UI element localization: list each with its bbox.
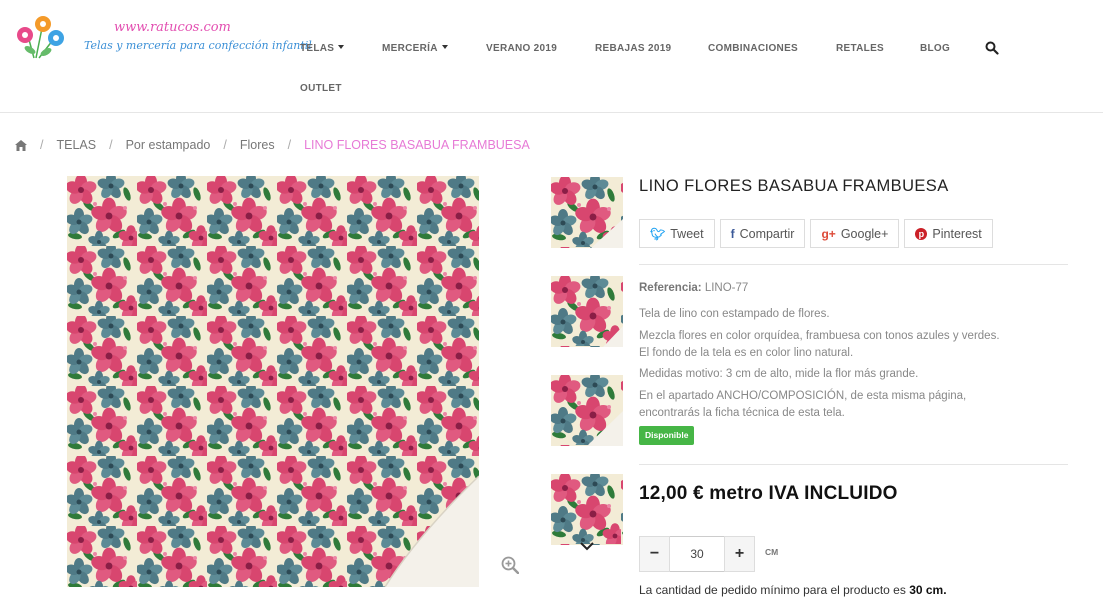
minimum-order-note: La cantidad de pedido mínimo para el pro… bbox=[639, 583, 947, 597]
divider bbox=[639, 464, 1068, 465]
floral-fabric-image bbox=[67, 176, 479, 587]
thumbnail-image bbox=[551, 177, 623, 248]
google-plus-button[interactable]: g+ Google+ bbox=[810, 219, 900, 248]
nav-item-merceria[interactable]: MERCERÍA bbox=[382, 43, 448, 54]
product-thumbnail[interactable] bbox=[551, 474, 623, 545]
nav-item-label: MERCERÍA bbox=[382, 43, 438, 54]
thumbnail-image bbox=[551, 474, 623, 545]
reference-value: LINO-77 bbox=[704, 282, 749, 294]
description-line: Medidas motivo: 3 cm de alto, mide la fl… bbox=[639, 368, 919, 380]
breadcrumb-current: LINO FLORES BASABUA FRAMBUESA bbox=[304, 138, 530, 152]
site-logo[interactable]: www.ratucos.com Telas y mercería para co… bbox=[14, 14, 312, 64]
thumbnail-image bbox=[551, 375, 623, 446]
description-line: encontrarás la ficha técnica de esta tel… bbox=[639, 407, 845, 419]
product-reference: Referencia: LINO-77 bbox=[639, 282, 748, 294]
product-thumbnail[interactable] bbox=[551, 177, 623, 248]
product-thumbnail[interactable] bbox=[551, 276, 623, 347]
breadcrumb-separator: / bbox=[223, 138, 227, 152]
product-main-image[interactable] bbox=[67, 176, 479, 587]
pinterest-button[interactable]: p Pinterest bbox=[904, 219, 993, 248]
pinterest-label: Pinterest bbox=[932, 226, 982, 241]
tweet-button[interactable]: 🐦︎ Tweet bbox=[639, 219, 715, 248]
nav-item-label: TELAS bbox=[300, 43, 335, 54]
decrease-quantity-button[interactable]: − bbox=[639, 536, 670, 572]
flowers-logo-icon bbox=[17, 16, 64, 59]
facebook-icon: f bbox=[730, 226, 735, 241]
description-line: El fondo de la tela es en color lino nat… bbox=[639, 347, 854, 359]
nav-item-combinaciones[interactable]: COMBINACIONES bbox=[708, 43, 798, 54]
google-label: Google+ bbox=[840, 226, 889, 241]
product-title: LINO FLORES BASABUA FRAMBUESA bbox=[639, 177, 949, 195]
thumbnail-image bbox=[551, 276, 623, 347]
chevron-down-icon[interactable] bbox=[580, 541, 594, 551]
nav-item-rebajas-2019[interactable]: REBAJAS 2019 bbox=[595, 43, 671, 54]
tweet-label: Tweet bbox=[670, 226, 704, 241]
breadcrumb-item-por-estampado[interactable]: Por estampado bbox=[126, 138, 211, 152]
quantity-input[interactable] bbox=[670, 536, 724, 572]
availability-badge: Disponible bbox=[639, 426, 695, 445]
nav-item-blog[interactable]: BLOG bbox=[920, 43, 950, 54]
breadcrumb-item-flores[interactable]: Flores bbox=[240, 138, 275, 152]
home-icon[interactable] bbox=[15, 139, 27, 151]
nav-item-telas[interactable]: TELAS bbox=[300, 43, 345, 54]
pinterest-icon: p bbox=[915, 227, 928, 240]
quantity-unit: CM bbox=[765, 547, 779, 557]
divider bbox=[639, 264, 1068, 265]
product-price: 12,00 € metro IVA INCLUIDO bbox=[639, 483, 898, 504]
breadcrumb-item-telas[interactable]: TELAS bbox=[56, 138, 96, 152]
search-icon[interactable] bbox=[985, 41, 999, 55]
site-header: www.ratucos.com Telas y mercería para co… bbox=[0, 0, 1103, 113]
share-label: Compartir bbox=[739, 226, 795, 241]
logo-tagline: Telas y mercería para confección infanti… bbox=[84, 39, 312, 52]
breadcrumb-separator: / bbox=[40, 138, 44, 152]
nav-item-outlet[interactable]: OUTLET bbox=[300, 83, 342, 94]
nav-item-retales[interactable]: RETALES bbox=[836, 43, 884, 54]
description-line: En el apartado ANCHO/COMPOSICIÓN, de est… bbox=[639, 390, 967, 402]
reference-label: Referencia: bbox=[639, 282, 702, 294]
google-plus-icon: g+ bbox=[821, 226, 836, 241]
min-note-text: La cantidad de pedido mínimo para el pro… bbox=[639, 583, 906, 597]
facebook-share-button[interactable]: f Compartir bbox=[719, 219, 806, 248]
breadcrumb: / TELAS / Por estampado / Flores / LINO … bbox=[15, 137, 530, 153]
nav-item-verano-2019[interactable]: VERANO 2019 bbox=[486, 43, 557, 54]
twitter-icon: 🐦︎ bbox=[650, 226, 666, 241]
quantity-stepper: − + bbox=[639, 536, 755, 572]
zoom-in-icon[interactable] bbox=[501, 556, 519, 574]
breadcrumb-separator: / bbox=[287, 138, 292, 152]
caret-down-icon bbox=[338, 45, 345, 49]
main-nav: TELAS MERCERÍA VERANO 2019 REBAJAS 2019 … bbox=[300, 0, 1060, 113]
social-share-bar: 🐦︎ Tweet f Compartir g+ Google+ p Pinter… bbox=[639, 219, 993, 248]
caret-down-icon bbox=[441, 45, 448, 49]
min-note-value: 30 cm. bbox=[909, 583, 947, 597]
description-line: Tela de lino con estampado de flores. bbox=[639, 308, 830, 320]
description-line: Mezcla flores en color orquídea, frambue… bbox=[639, 330, 1000, 342]
breadcrumb-separator: / bbox=[109, 138, 113, 152]
product-thumbnail[interactable] bbox=[551, 375, 623, 446]
increase-quantity-button[interactable]: + bbox=[724, 536, 755, 572]
logo-url: www.ratucos.com bbox=[114, 20, 231, 35]
